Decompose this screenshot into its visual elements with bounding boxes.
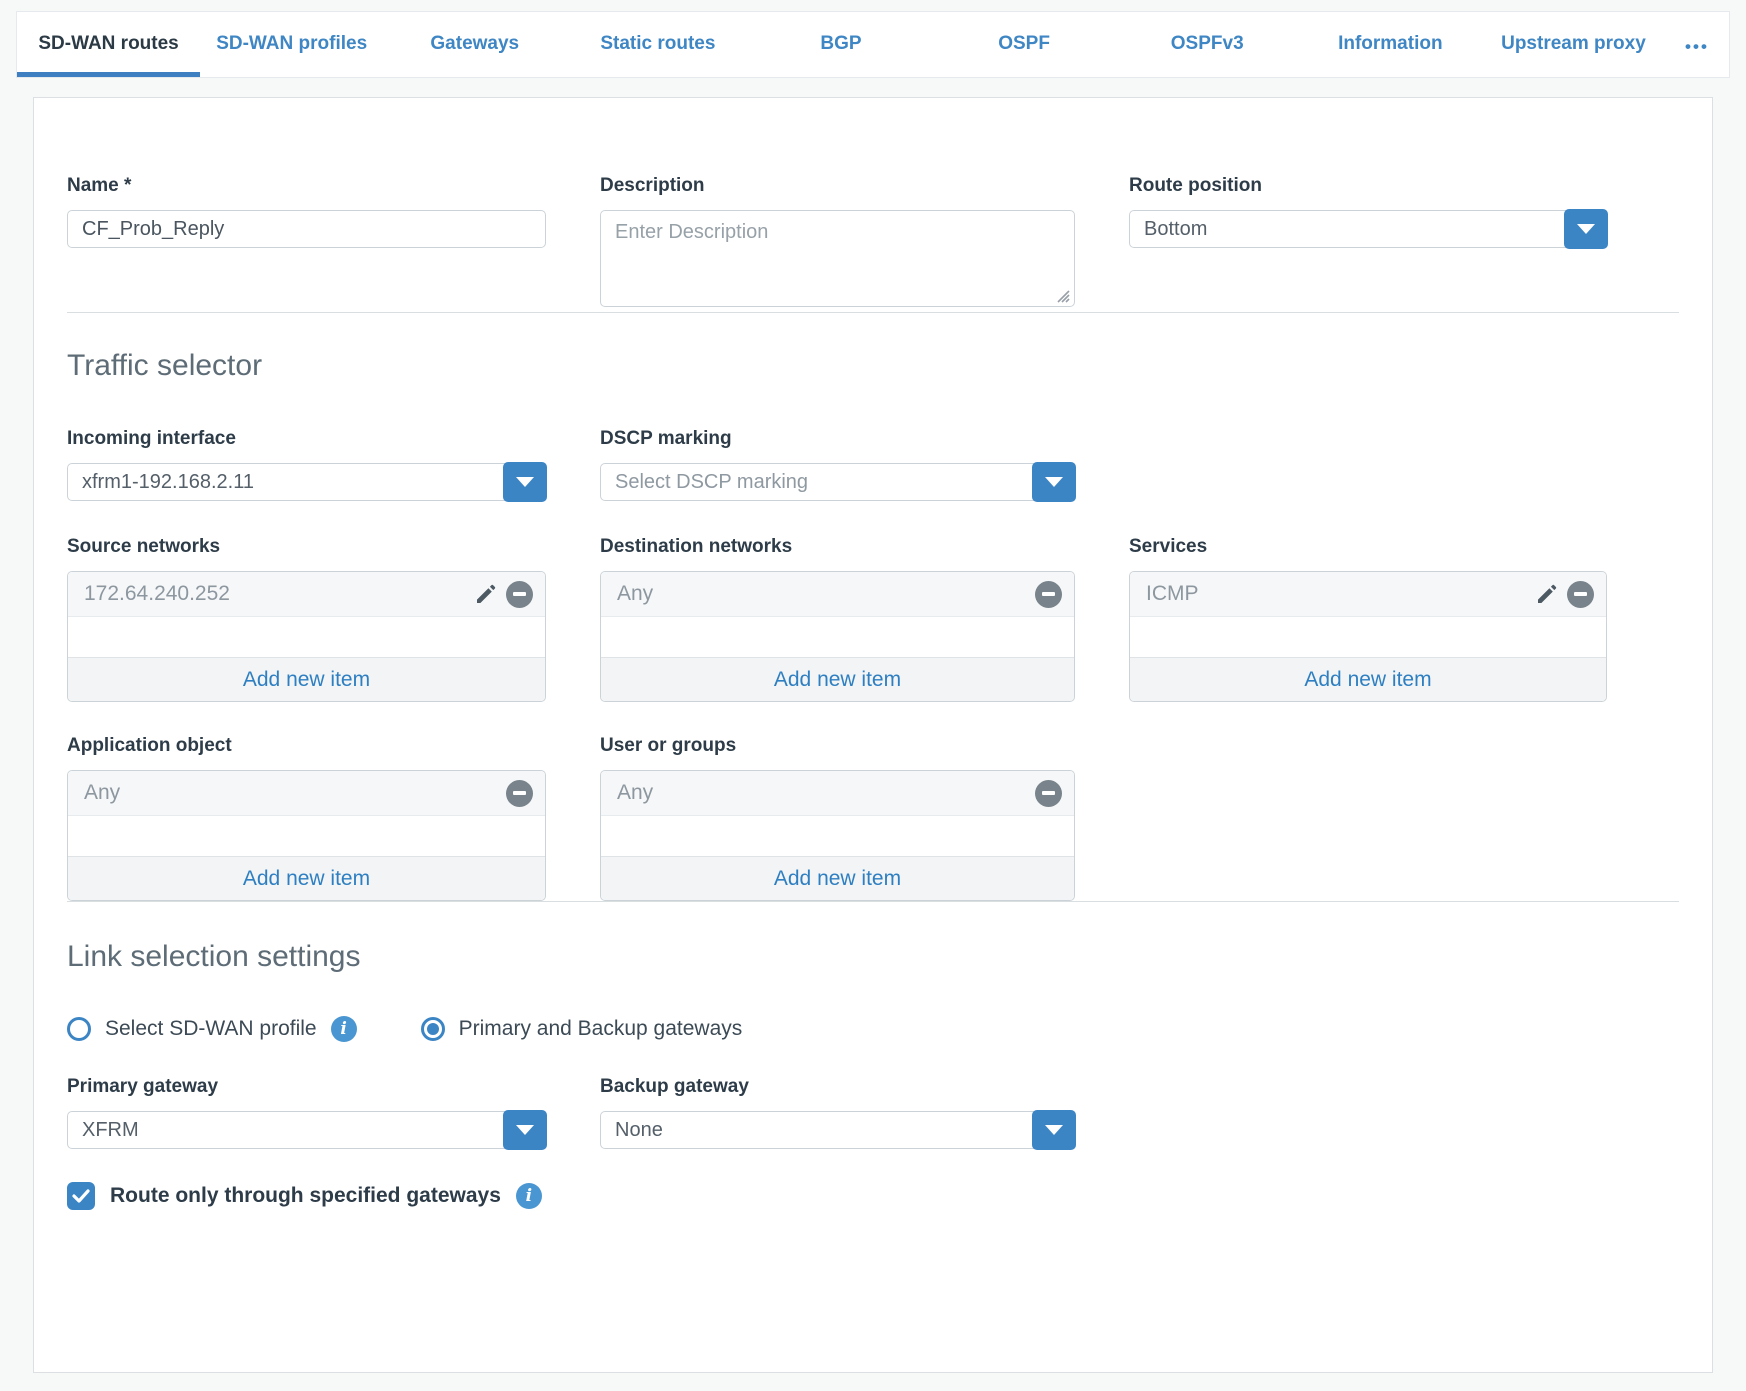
name-label: Name * xyxy=(67,174,546,198)
tab-bgp[interactable]: BGP xyxy=(749,12,932,77)
route-only-checkbox-label: Route only through specified gateways xyxy=(110,1184,501,1208)
list-item-text: ICMP xyxy=(1146,582,1199,606)
incoming-interface-group: Incoming interface xfrm1-192.168.2.11 xyxy=(67,427,546,501)
remove-item-icon[interactable] xyxy=(1567,581,1594,608)
primary-gateway-group: Primary gateway XFRM xyxy=(67,1075,546,1149)
dscp-marking-group: DSCP marking Select DSCP marking xyxy=(600,427,1075,501)
route-position-label: Route position xyxy=(1129,174,1607,198)
backup-gateway-label: Backup gateway xyxy=(600,1075,1075,1099)
dscp-marking-select[interactable]: Select DSCP marking xyxy=(600,463,1075,501)
dscp-marking-label: DSCP marking xyxy=(600,427,1075,451)
list-item-text: Any xyxy=(617,781,653,805)
route-position-select[interactable]: Bottom xyxy=(1129,210,1607,248)
primary-gateway-value: XFRM xyxy=(82,1119,139,1142)
chevron-down-icon[interactable] xyxy=(1564,209,1608,249)
add-new-item-button[interactable]: Add new item xyxy=(601,657,1074,701)
services-list: ICMP Add new item xyxy=(1129,571,1607,702)
info-icon[interactable]: i xyxy=(516,1183,542,1209)
list-item: Any xyxy=(601,771,1074,816)
description-field-group: Description xyxy=(600,174,1075,312)
backup-gateway-value: None xyxy=(615,1119,663,1142)
traffic-selector-heading: Traffic selector xyxy=(67,349,1679,383)
info-icon[interactable]: i xyxy=(331,1016,357,1042)
remove-item-icon[interactable] xyxy=(1035,780,1062,807)
tab-information[interactable]: Information xyxy=(1299,12,1482,77)
edit-pencil-icon[interactable] xyxy=(1535,582,1559,606)
services-label: Services xyxy=(1129,535,1607,559)
destination-networks-list: Any Add new item xyxy=(600,571,1075,702)
tab-upstream-proxy[interactable]: Upstream proxy xyxy=(1482,12,1665,77)
incoming-interface-label: Incoming interface xyxy=(67,427,546,451)
backup-gateway-group: Backup gateway None xyxy=(600,1075,1075,1149)
tab-bar: SD-WAN routes SD-WAN profiles Gateways S… xyxy=(16,11,1730,78)
name-field-group: Name * xyxy=(67,174,546,248)
add-new-item-button[interactable]: Add new item xyxy=(68,657,545,701)
name-input[interactable] xyxy=(67,210,546,248)
route-position-field-group: Route position Bottom xyxy=(1129,174,1607,248)
source-networks-label: Source networks xyxy=(67,535,546,559)
list-empty-area xyxy=(1130,617,1606,657)
list-item-text: 172.64.240.252 xyxy=(84,582,230,606)
description-textarea[interactable] xyxy=(600,210,1075,307)
remove-item-icon[interactable] xyxy=(506,581,533,608)
tab-ospfv3[interactable]: OSPFv3 xyxy=(1116,12,1299,77)
backup-gateway-select[interactable]: None xyxy=(600,1111,1075,1149)
list-item: ICMP xyxy=(1130,572,1606,617)
tab-ospf[interactable]: OSPF xyxy=(933,12,1116,77)
remove-item-icon[interactable] xyxy=(1035,581,1062,608)
list-item-text: Any xyxy=(617,582,653,606)
list-empty-area xyxy=(601,816,1074,856)
services-group: Services ICMP Add new item xyxy=(1129,535,1607,702)
chevron-down-icon[interactable] xyxy=(1032,1110,1076,1150)
section-divider xyxy=(67,901,1679,902)
application-object-group: Application object Any Add new item xyxy=(67,734,546,901)
user-or-groups-label: User or groups xyxy=(600,734,1075,758)
list-item-text: Any xyxy=(84,781,120,805)
add-new-item-button[interactable]: Add new item xyxy=(68,856,545,900)
more-tabs-ellipsis-icon[interactable]: ••• xyxy=(1665,12,1729,77)
add-new-item-button[interactable]: Add new item xyxy=(601,856,1074,900)
radio-select-sdwan-profile[interactable] xyxy=(67,1017,91,1041)
chevron-down-icon[interactable] xyxy=(1032,462,1076,502)
list-empty-area xyxy=(68,816,545,856)
radio-primary-backup-gateways[interactable] xyxy=(421,1017,445,1041)
list-empty-area xyxy=(68,617,545,657)
description-label: Description xyxy=(600,174,1075,198)
sdwan-route-form: Name * Description Route position Bottom xyxy=(33,97,1713,1373)
user-or-groups-group: User or groups Any Add new item xyxy=(600,734,1075,901)
tab-sdwan-routes[interactable]: SD-WAN routes xyxy=(17,12,200,77)
tab-sdwan-profiles[interactable]: SD-WAN profiles xyxy=(200,12,383,77)
route-position-value: Bottom xyxy=(1144,218,1207,241)
tab-gateways[interactable]: Gateways xyxy=(383,12,566,77)
primary-gateway-label: Primary gateway xyxy=(67,1075,546,1099)
section-divider xyxy=(67,312,1679,313)
add-new-item-button[interactable]: Add new item xyxy=(1130,657,1606,701)
application-object-list: Any Add new item xyxy=(67,770,546,901)
list-item: Any xyxy=(601,572,1074,617)
source-networks-list: 172.64.240.252 Add new item xyxy=(67,571,546,702)
primary-gateway-select[interactable]: XFRM xyxy=(67,1111,546,1149)
destination-networks-group: Destination networks Any Add new item xyxy=(600,535,1075,702)
incoming-interface-select[interactable]: xfrm1-192.168.2.11 xyxy=(67,463,546,501)
application-object-label: Application object xyxy=(67,734,546,758)
list-item: Any xyxy=(68,771,545,816)
radio-primary-backup-gateways-label: Primary and Backup gateways xyxy=(459,1017,743,1041)
route-only-checkbox[interactable] xyxy=(67,1182,95,1210)
link-selection-heading: Link selection settings xyxy=(67,940,1679,974)
remove-item-icon[interactable] xyxy=(506,780,533,807)
chevron-down-icon[interactable] xyxy=(503,462,547,502)
list-empty-area xyxy=(601,617,1074,657)
tab-static-routes[interactable]: Static routes xyxy=(566,12,749,77)
source-networks-group: Source networks 172.64.240.252 Add new i… xyxy=(67,535,546,702)
radio-select-sdwan-profile-label: Select SD-WAN profile xyxy=(105,1017,317,1041)
list-item: 172.64.240.252 xyxy=(68,572,545,617)
destination-networks-label: Destination networks xyxy=(600,535,1075,559)
chevron-down-icon[interactable] xyxy=(503,1110,547,1150)
user-or-groups-list: Any Add new item xyxy=(600,770,1075,901)
edit-pencil-icon[interactable] xyxy=(474,582,498,606)
dscp-marking-placeholder: Select DSCP marking xyxy=(615,471,808,494)
incoming-interface-value: xfrm1-192.168.2.11 xyxy=(82,471,254,494)
